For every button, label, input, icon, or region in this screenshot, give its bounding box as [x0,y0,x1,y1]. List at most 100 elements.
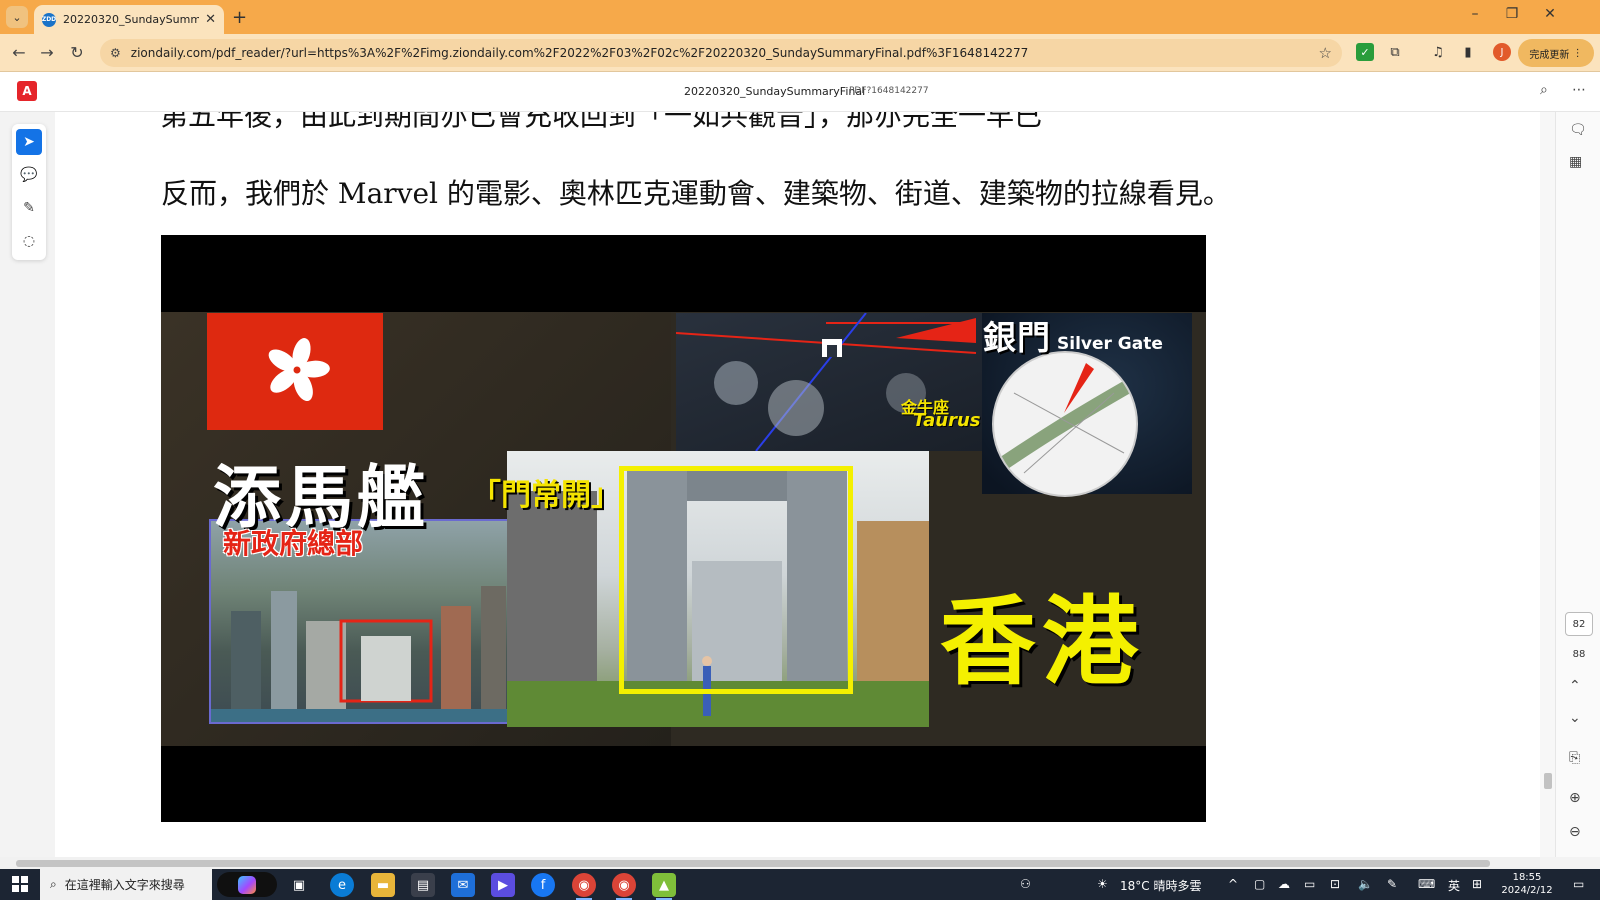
file-explorer-icon[interactable]: ▬ [371,873,395,897]
vertical-scrollbar[interactable] [1540,112,1555,857]
people-icon[interactable]: ⚇ [1020,877,1031,891]
volume-speaker-icon[interactable]: 🔈 [1358,877,1373,891]
facebook-icon[interactable]: f [531,873,555,897]
onedrive-cloud-icon[interactable]: ☁ [1278,877,1290,891]
vertical-scrollbar-thumb[interactable] [1544,773,1552,789]
acrobat-logo-icon: A [17,81,37,101]
zoom-in-icon[interactable]: ⊕ [1569,790,1581,806]
taskbar-search-icon: ⌕ [50,877,57,891]
clock-time: 18:55 [1512,872,1542,883]
paragraph-text: 反而，我們於 Marvel 的電影、奧林匹克運動會、建築物、街道、建築物的拉線看… [161,177,1231,210]
silver-gate-english-label: Silver Gate [1057,334,1163,354]
tray-app-icon[interactable]: ▢ [1254,877,1265,891]
more-options-icon[interactable]: ⋯ [1572,82,1586,98]
notification-center-icon[interactable]: ▭ [1573,877,1584,891]
new-tab-button[interactable]: + [232,7,247,28]
figure-composite: 銀門 Silver Gate 金牛座 Taurus 添馬艦 「門常開」 新政府總… [161,312,1206,746]
next-page-chevron-down-icon[interactable]: ⌄ [1569,710,1581,726]
current-page-input[interactable]: 82 [1565,612,1593,636]
hong-kong-flag [207,313,383,430]
highlight-pen-tool-icon[interactable]: ✎ [16,195,42,221]
pdf-tool-rail: ➤ 💬 ✎ ◌ [12,124,46,260]
reload-button[interactable]: ↻ [66,43,88,62]
media-control-icon[interactable]: ♫ [1429,43,1447,61]
horizontal-scrollbar[interactable] [0,857,1540,869]
minimize-window-button[interactable]: – [1460,6,1490,22]
taskbar-search-placeholder: 在這裡輸入文字來搜尋 [64,878,185,892]
address-bar[interactable]: ⚙ ziondaily.com/pdf_reader/?url=https%3A… [100,39,1342,67]
sky-map-drawing [1000,363,1136,474]
arrow-left-icon: ← [12,43,26,62]
thumbnails-grid-icon[interactable]: ▦ [1569,154,1582,170]
gate-outline-frame [619,466,853,694]
windows-start-icon[interactable] [12,876,28,892]
restore-window-button[interactable]: ❐ [1497,6,1527,22]
browser-toolbar: ← → ↻ ⚙ ziondaily.com/pdf_reader/?url=ht… [0,34,1600,72]
ime-mode-icon[interactable]: ⊞ [1472,877,1482,891]
pdf-viewer-header: A 20220320_SundaySummaryFinal PDF?164814… [0,72,1600,112]
browser-tab-strip: ⌄ ZDD 20220320_SundaySummaryF ✕ + – ❐ ✕ [0,0,1600,34]
document-subtitle: PDF?1648142277 [849,86,929,96]
article-figure: 銀門 Silver Gate 金牛座 Taurus 添馬艦 「門常開」 新政府總… [161,235,1206,822]
bookmark-star-icon[interactable]: ☆ [1319,44,1332,62]
close-window-button[interactable]: ✕ [1535,6,1565,22]
bauhinia-flower-icon [268,338,330,402]
chrome-icon[interactable]: ◉ [572,873,596,900]
show-hidden-icons-chevron-icon[interactable]: ^ [1228,877,1238,891]
add-comment-tool-icon[interactable]: 💬 [16,162,42,188]
horizontal-scrollbar-thumb[interactable] [16,860,1490,867]
update-chrome-button[interactable]: 完成更新 ⋮ [1518,39,1594,67]
pen-input-icon[interactable]: ✎ [1387,877,1397,891]
windows-taskbar: ⌕ 在這裡輸入文字來搜尋 ▣ e ▬ ▤ ✉ ▶ f ◉ ◉ ▲ ⚇ ☀ 18°… [0,869,1600,900]
url-text: ziondaily.com/pdf_reader/?url=https%3A%2… [130,46,1029,60]
forward-button[interactable]: → [36,43,58,62]
clock-date: 2024/2/12 [1501,885,1553,896]
silver-gate-title: 銀門 Silver Gate [983,312,1163,359]
microsoft-store-icon[interactable]: ▤ [411,873,435,897]
keyboard-icon[interactable]: ⌨ [1418,877,1435,891]
input-method-indicator[interactable]: 英 [1448,877,1460,894]
zoom-out-icon[interactable]: ⊖ [1569,824,1581,840]
system-clock[interactable]: 18:55 2024/2/12 [1499,871,1555,897]
document-title: 20220320_SundaySummaryFinal [684,85,866,98]
total-pages-label: 88 [1572,649,1586,660]
weather-text[interactable]: 18°C 晴時多雲 [1120,877,1201,894]
media-player-icon[interactable]: ▶ [491,873,515,897]
edge-browser-icon[interactable]: e [330,873,354,897]
extension-check-icon[interactable]: ✓ [1356,43,1374,61]
back-button[interactable]: ← [8,43,30,62]
battery-icon[interactable]: ▭ [1304,877,1315,891]
previous-page-chevron-up-icon[interactable]: ⌃ [1569,678,1581,694]
copilot-button[interactable] [217,872,277,897]
tab-close-icon[interactable]: ✕ [205,12,216,27]
profile-avatar[interactable]: J [1493,43,1511,61]
android-studio-icon[interactable]: ▲ [652,873,676,900]
side-panel-icon[interactable]: ▮ [1459,43,1477,61]
task-view-icon[interactable]: ▣ [287,873,311,897]
page-fit-icon[interactable]: ⎘ [1569,750,1580,766]
mail-icon[interactable]: ✉ [451,873,475,897]
weather-sun-icon[interactable]: ☀ [1097,877,1108,891]
browser-tab-active[interactable]: ZDD 20220320_SundaySummaryF ✕ [34,5,224,34]
pdf-right-rail: 🗨 ▦ 82 88 ⌃ ⌄ ⎘ ⊕ ⊖ [1555,112,1600,857]
tab-favicon-icon: ZDD [42,12,56,27]
clipped-text-line: 第五年後，由此到期間亦已會充收回到「一如共觀音」，那亦完全一早已 [160,112,1043,132]
reload-icon: ↻ [70,43,84,62]
update-button-label: 完成更新 [1529,49,1570,61]
government-hq-label: 新政府總部 [223,527,364,560]
extensions-puzzle-icon[interactable]: ⧉ [1386,43,1404,61]
taskbar-search-box[interactable]: ⌕ 在這裡輸入文字來搜尋 [40,869,212,900]
silver-gate-chinese-label: 銀門 [983,318,1051,357]
copilot-logo-icon [238,875,256,894]
site-settings-icon[interactable]: ⚙ [110,46,121,60]
arrow-right-icon: → [40,43,54,62]
comments-panel-icon[interactable]: 🗨 [1569,122,1587,138]
network-icon[interactable]: ⊡ [1330,877,1340,891]
search-icon[interactable]: ⌕ [1540,82,1548,98]
tab-search-chevron-icon[interactable]: ⌄ [6,6,28,28]
sky-map-circle [992,351,1138,497]
taurus-english-label: Taurus [913,410,981,431]
chrome-profile-icon[interactable]: ◉ [612,873,636,900]
select-tool-cursor-icon[interactable]: ➤ [16,129,42,155]
lasso-tool-icon[interactable]: ◌ [16,228,42,254]
